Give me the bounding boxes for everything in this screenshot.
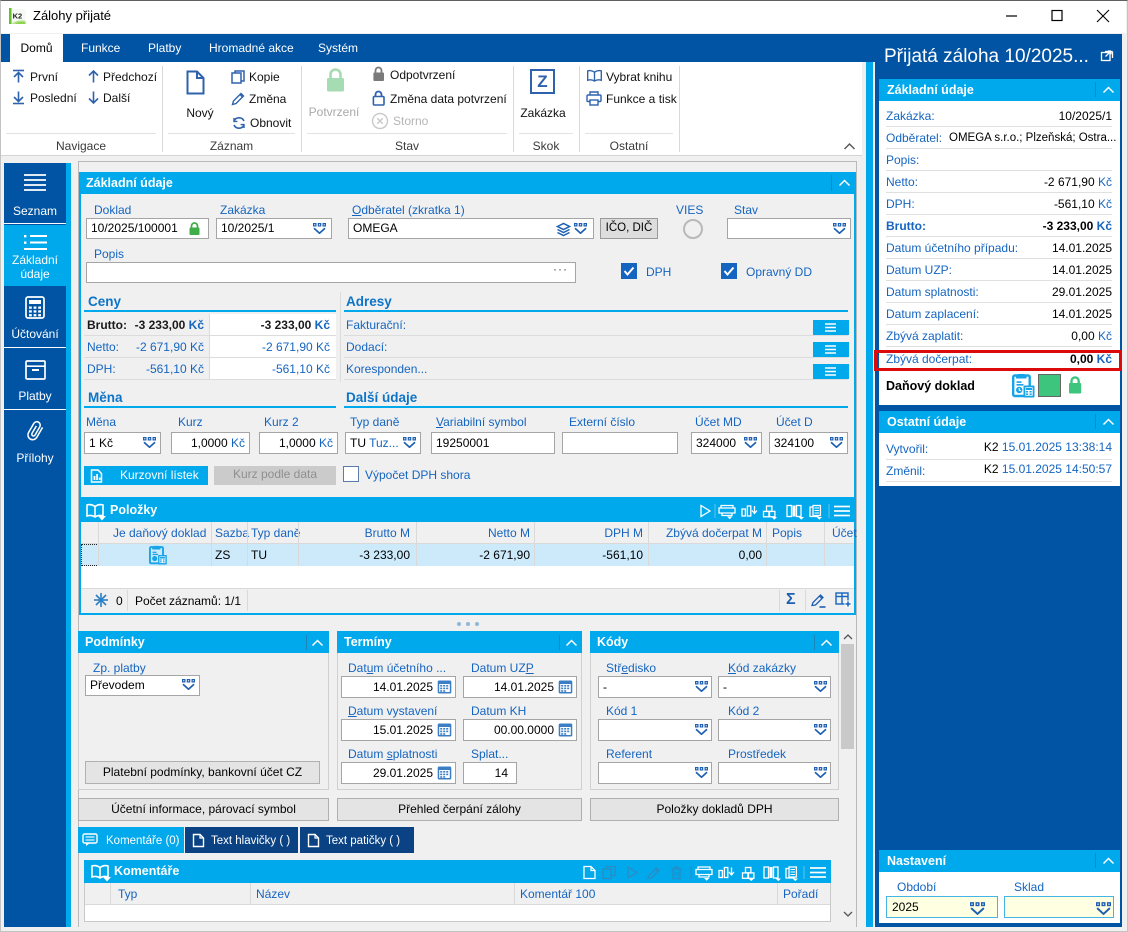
svg-text:K2: K2 [13,12,23,21]
